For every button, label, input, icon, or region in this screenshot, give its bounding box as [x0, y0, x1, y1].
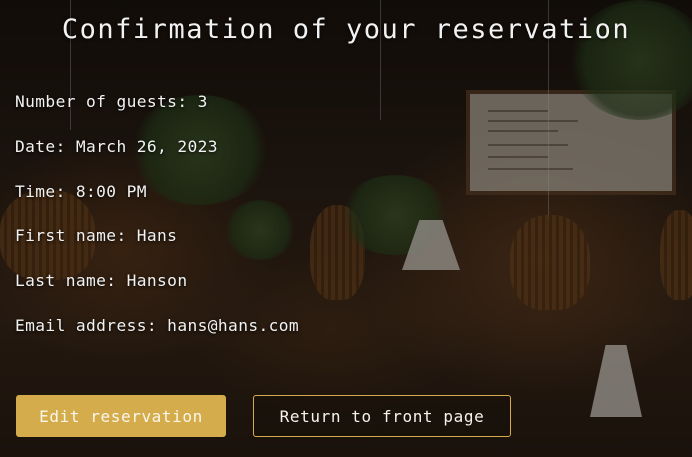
- guests-line: Number of guests: 3: [15, 92, 208, 111]
- edit-reservation-button[interactable]: Edit reservation: [16, 395, 226, 437]
- return-to-front-page-button[interactable]: Return to front page: [253, 395, 511, 437]
- first-name-line: First name: Hans: [15, 226, 178, 246]
- last-name-line: Last name: Hanson: [15, 271, 188, 291]
- time-line: Time: 8:00 PM: [15, 181, 147, 201]
- email-line: Email address: hans@hans.com: [15, 315, 300, 335]
- reservation-details: Number of guests: 3 Date: March 26, 2023…: [15, 91, 299, 360]
- date-line: Date: March 26, 2023: [15, 136, 218, 156]
- page-title: Confirmation of your reservation: [61, 14, 631, 45]
